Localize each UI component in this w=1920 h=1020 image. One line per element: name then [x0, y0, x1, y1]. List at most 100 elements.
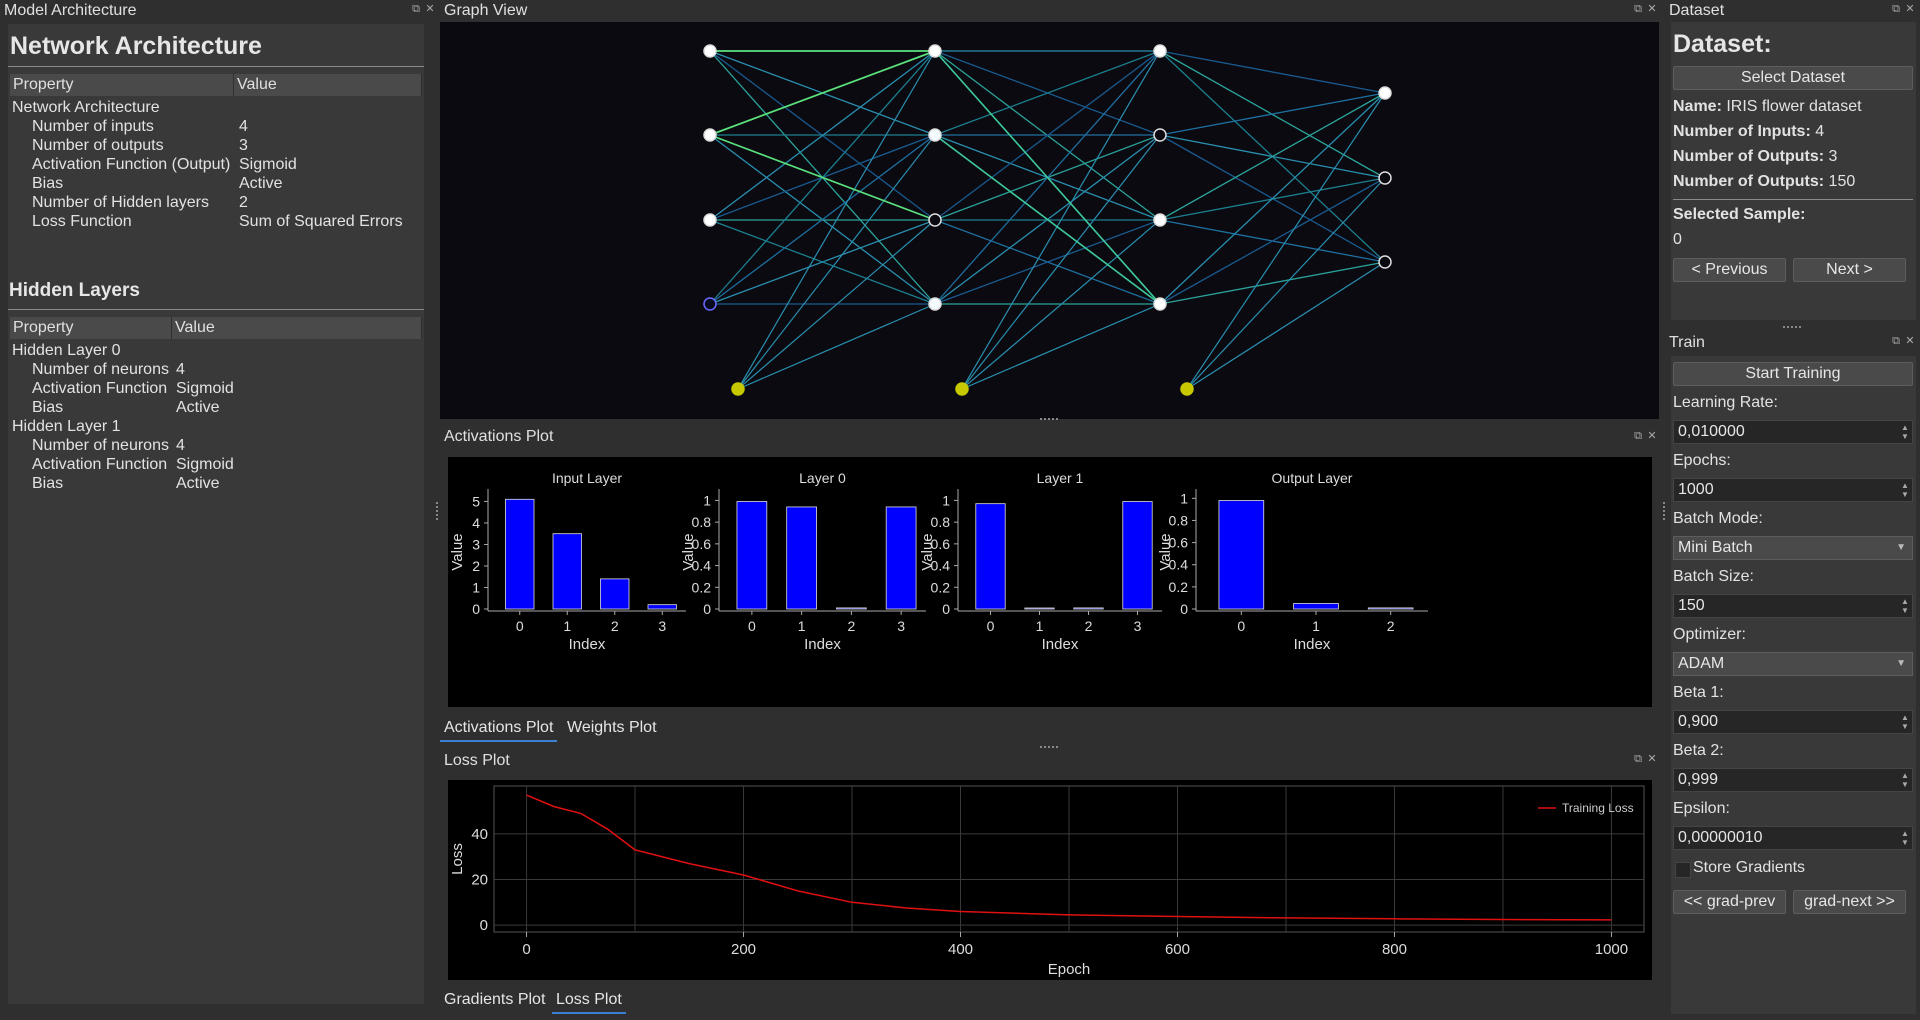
bias-node[interactable]	[1180, 382, 1194, 396]
hidden-value[interactable]: Sigmoid	[176, 455, 234, 474]
dataset-divider	[1673, 199, 1913, 200]
network-graph-canvas[interactable]	[440, 22, 1659, 419]
hidden-property[interactable]: Bias	[32, 398, 63, 417]
hidden-property[interactable]: Activation Function	[32, 379, 167, 398]
batch-mode-select[interactable]: Mini Batch ▼	[1673, 536, 1913, 560]
arch-property[interactable]: Number of outputs	[32, 136, 164, 155]
close-icon[interactable]: ✕	[1904, 3, 1916, 15]
arch-property[interactable]: Number of inputs	[32, 117, 154, 136]
arch-value[interactable]: Sigmoid	[239, 155, 297, 174]
neuron-node[interactable]	[1378, 255, 1392, 269]
plot-title: Output Layer	[1272, 470, 1353, 486]
bias-node[interactable]	[955, 382, 969, 396]
vertical-splitter-handle[interactable]	[436, 502, 440, 520]
tab-activations-plot[interactable]: Activations Plot	[440, 716, 558, 742]
select-dataset-button[interactable]: Select Dataset	[1673, 66, 1913, 90]
beta2-spinbox[interactable]: 0,999 ▲ ▼	[1673, 768, 1913, 792]
model-architecture-dock: Model Architecture ⧉ ✕ Network Architectu…	[0, 0, 440, 1010]
neuron-node[interactable]	[1153, 44, 1167, 58]
batch-size-spinbox[interactable]: 150 ▲ ▼	[1673, 594, 1913, 618]
hidden-property[interactable]: Number of neurons	[32, 360, 169, 379]
close-icon[interactable]: ✕	[1646, 430, 1658, 442]
hidden-value[interactable]: 4	[176, 436, 185, 455]
splitter-handle[interactable]	[1783, 326, 1801, 331]
tab-loss-plot[interactable]: Loss Plot	[552, 988, 626, 1014]
hidden-value[interactable]: 4	[176, 360, 185, 379]
bias-node[interactable]	[731, 382, 745, 396]
spin-arrows-icon[interactable]: ▲ ▼	[1900, 423, 1910, 441]
hidden-value[interactable]: Sigmoid	[176, 379, 234, 398]
activation-bar	[647, 604, 677, 610]
hidden-property[interactable]: Activation Function	[32, 455, 167, 474]
neuron-node[interactable]	[1378, 86, 1392, 100]
close-icon[interactable]: ✕	[1646, 3, 1658, 15]
float-icon[interactable]: ⧉	[1890, 3, 1902, 15]
neuron-node[interactable]	[703, 297, 717, 311]
spin-arrows-icon[interactable]: ▲ ▼	[1900, 771, 1910, 789]
arch-property[interactable]: Loss Function	[32, 212, 132, 231]
property-column-header[interactable]: Property	[10, 74, 234, 96]
arch-value[interactable]: 4	[239, 117, 248, 136]
float-icon[interactable]: ⧉	[1632, 753, 1644, 765]
arch-value[interactable]: 2	[239, 193, 248, 212]
float-icon[interactable]: ⧉	[1632, 430, 1644, 442]
hidden-value[interactable]: Active	[176, 398, 220, 417]
value-column-header[interactable]: Value	[172, 317, 422, 339]
value: 150	[1828, 173, 1856, 190]
neuron-node[interactable]	[1153, 213, 1167, 227]
float-icon[interactable]: ⧉	[1632, 3, 1644, 15]
hidden-property[interactable]: Number of neurons	[32, 436, 169, 455]
arch-property[interactable]: Bias	[32, 174, 63, 193]
grad-prev-button[interactable]: << grad-prev	[1673, 890, 1786, 914]
learning-rate-spinbox[interactable]: 0,010000 ▲ ▼	[1673, 420, 1913, 444]
neuron-node[interactable]	[928, 128, 942, 142]
x-tick-label: 2	[1387, 618, 1395, 634]
neuron-node[interactable]	[703, 128, 717, 142]
neuron-node[interactable]	[1153, 128, 1167, 142]
hidden-layer-node[interactable]: Hidden Layer 1	[12, 417, 121, 436]
next-sample-button[interactable]: Next >	[1793, 258, 1906, 282]
neuron-node[interactable]	[928, 44, 942, 58]
spin-arrows-icon[interactable]: ▲ ▼	[1900, 829, 1910, 847]
neuron-node[interactable]	[928, 297, 942, 311]
arch-value[interactable]: Sum of Squared Errors	[239, 212, 403, 231]
grad-next-button[interactable]: grad-next >>	[1793, 890, 1906, 914]
property-column-header[interactable]: Property	[10, 317, 172, 339]
tab-weights-plot[interactable]: Weights Plot	[563, 716, 661, 742]
neuron-node[interactable]	[1153, 297, 1167, 311]
hidden-property[interactable]: Bias	[32, 474, 63, 493]
neuron-node[interactable]	[928, 213, 942, 227]
tab-gradients-plot[interactable]: Gradients Plot	[440, 988, 549, 1014]
value-column-header[interactable]: Value	[234, 74, 422, 96]
spin-arrows-icon[interactable]: ▲ ▼	[1900, 481, 1910, 499]
arch-property[interactable]: Number of Hidden layers	[32, 193, 209, 212]
neuron-node[interactable]	[703, 44, 717, 58]
epsilon-label: Epsilon:	[1673, 800, 1730, 817]
store-gradients-checkbox[interactable]	[1675, 862, 1691, 878]
beta1-spinbox[interactable]: 0,900 ▲ ▼	[1673, 710, 1913, 734]
spin-arrows-icon[interactable]: ▲ ▼	[1900, 597, 1910, 615]
start-training-button[interactable]: Start Training	[1673, 362, 1913, 386]
float-icon[interactable]: ⧉	[410, 3, 422, 15]
epsilon-spinbox[interactable]: 0,00000010 ▲ ▼	[1673, 826, 1913, 850]
optimizer-select[interactable]: ADAM ▼	[1673, 652, 1913, 676]
neuron-node[interactable]	[1378, 171, 1392, 185]
arch-property[interactable]: Activation Function (Output)	[32, 155, 230, 174]
arch-value[interactable]: 3	[239, 136, 248, 155]
store-gradients-label[interactable]: Store Gradients	[1693, 859, 1805, 877]
hidden-value[interactable]: Active	[176, 474, 220, 493]
activation-bar	[836, 607, 867, 610]
neuron-node[interactable]	[703, 213, 717, 227]
float-icon[interactable]: ⧉	[1890, 335, 1902, 347]
splitter-handle[interactable]	[1040, 418, 1058, 423]
tree-root[interactable]: Network Architecture	[12, 98, 160, 117]
spin-arrows-icon[interactable]: ▲ ▼	[1900, 713, 1910, 731]
previous-sample-button[interactable]: < Previous	[1673, 258, 1786, 282]
arch-value[interactable]: Active	[239, 174, 283, 193]
epochs-spinbox[interactable]: 1000 ▲ ▼	[1673, 478, 1913, 502]
close-icon[interactable]: ✕	[424, 3, 436, 15]
close-icon[interactable]: ✕	[1904, 335, 1916, 347]
dataset-inputs-row: Number of Inputs: 4	[1673, 123, 1824, 141]
close-icon[interactable]: ✕	[1646, 753, 1658, 765]
hidden-layer-node[interactable]: Hidden Layer 0	[12, 341, 121, 360]
